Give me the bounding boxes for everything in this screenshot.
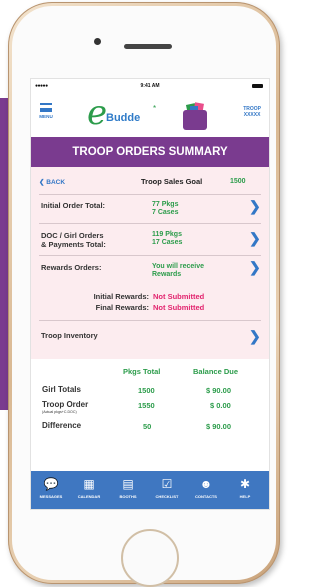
chevron-right-icon[interactable]: ❯ [249,329,261,343]
contacts-icon: ☻ [199,477,213,491]
tab-label: CHECKLIST [155,494,179,499]
chevron-right-icon[interactable]: ❯ [249,260,261,274]
pkgs-cell: 1500 [138,386,155,395]
row-value: Rewards [152,271,182,278]
checklist-icon: ☑ [161,477,173,491]
app-screen: ●●●●● 9:41 AM MENU e Budde * TROOP XXXXX… [30,78,270,510]
goal-value: 1500 [230,178,246,185]
pkgs-cell: 1550 [138,401,155,410]
balance-cell: $ 90.00 [206,422,232,431]
final-rewards-status: Not Submitted [153,303,205,312]
bottom-tab-bar: 💬 MESSAGES ▦ CALENDAR ▤ BOOTHS ☑ CHECKLI… [31,471,269,509]
balance-cell: $ 90.00 [206,386,232,395]
initial-rewards-label: Initial Rewards: [93,292,149,301]
divider [39,223,261,224]
row-value: 7 Cases [152,209,179,216]
hamburger-icon [40,103,52,112]
front-camera [94,38,101,45]
row-label: Girl Totals [42,385,81,394]
tab-label: MESSAGES [39,494,63,499]
final-rewards-label: Final Rewards: [95,303,149,312]
totals-table: Pkgs Total Balance Due Girl Totals 1500 … [31,359,269,471]
cookie-bag-icon [181,101,209,131]
help-icon: ✱ [239,477,251,491]
tab-label: CONTACTS [195,494,217,499]
tab-calendar[interactable]: ▦ CALENDAR [72,471,106,509]
tab-help[interactable]: ✱ HELP [228,471,262,509]
row-value: 17 Cases [152,239,183,246]
goal-label: Troop Sales Goal [141,177,203,186]
summary-panel: ❮ BACK Troop Sales Goal 1500 Initial Ord… [31,167,269,359]
chevron-left-icon: ❮ [39,179,45,186]
balance-cell: $ 0.00 [210,401,231,410]
calendar-icon: ▦ [83,477,95,491]
back-label: BACK [46,179,66,186]
row-label: DOC / Girl Orders [41,231,104,240]
pkgs-cell: 50 [143,422,152,431]
tab-messages[interactable]: 💬 MESSAGES [34,471,68,509]
troop-selector[interactable]: TROOP XXXXX [243,106,261,118]
status-time: 9:41 AM [140,83,160,89]
tab-label: HELP [239,494,251,499]
row-label: Troop Order [42,400,89,409]
divider [39,255,261,256]
messages-icon: 💬 [43,477,59,491]
tab-label: BOOTHS [119,494,137,499]
row-label: Difference [42,421,82,430]
back-button[interactable]: ❮ BACK [39,178,65,186]
speaker-grille [124,44,172,49]
tab-label: CALENDAR [77,494,101,499]
row-label: Troop Inventory [41,331,98,340]
home-button[interactable] [121,529,179,587]
column-header: Pkgs Total [123,367,161,376]
row-label: Rewards Orders: [41,263,102,272]
chevron-right-icon[interactable]: ❯ [249,199,261,213]
divider [39,194,261,195]
booths-icon: ▤ [122,477,134,491]
battery-icon [252,84,263,88]
troop-number: XXXXX [243,112,261,118]
ebudde-logo: e Budde * [87,93,157,133]
divider [39,320,261,321]
page-title: TROOP ORDERS SUMMARY [31,137,269,167]
tab-booths[interactable]: ▤ BOOTHS [111,471,145,509]
row-label: Initial Order Total: [41,201,106,210]
tab-checklist[interactable]: ☑ CHECKLIST [150,471,184,509]
tab-contacts[interactable]: ☻ CONTACTS [189,471,223,509]
row-label: & Payments Total: [41,240,106,249]
app-header: MENU e Budde * TROOP XXXXX [31,93,269,137]
menu-label: MENU [39,114,53,119]
initial-rewards-status: Not Submitted [153,292,205,301]
status-bar: ●●●●● 9:41 AM [31,79,269,93]
chevron-right-icon[interactable]: ❯ [249,231,261,245]
column-header: Balance Due [193,367,239,376]
row-sublabel: (Actual pkgs+C.DOC) [42,410,77,414]
menu-button[interactable]: MENU [37,103,55,119]
